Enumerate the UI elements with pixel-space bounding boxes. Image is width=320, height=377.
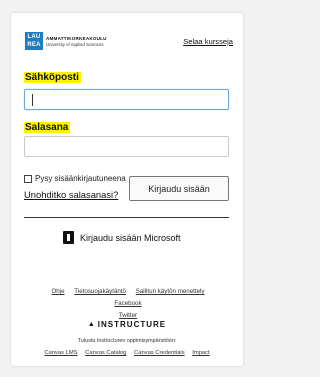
product-link-canvas-credentials[interactable]: Canvas Credentials bbox=[134, 350, 185, 356]
password-field[interactable] bbox=[24, 136, 229, 157]
login-button[interactable]: Kirjaudu sisään bbox=[129, 176, 229, 201]
footer-links: Ohje Tietosuojakäytäntö Sallitun käytön … bbox=[33, 286, 223, 322]
product-link-canvas-lms[interactable]: Canvas LMS bbox=[44, 350, 77, 356]
product-link-impact[interactable]: Impact bbox=[192, 350, 209, 356]
product-link-canvas-catalog[interactable]: Canvas Catalog bbox=[85, 350, 126, 356]
remember-me[interactable]: Pysy sisäänkirjautuneena bbox=[24, 174, 126, 183]
email-field[interactable] bbox=[24, 89, 229, 110]
product-links: Canvas LMS Canvas Catalog Canvas Credent… bbox=[11, 350, 243, 356]
login-card: LAU REA AMMATTIKORKEAKOULU University of … bbox=[11, 13, 243, 366]
forgot-password-link[interactable]: Unohditko salasanasi? bbox=[24, 189, 118, 200]
remember-checkbox[interactable] bbox=[24, 174, 32, 183]
logo-mark: LAU REA bbox=[25, 32, 43, 50]
email-label: Sähköposti bbox=[24, 72, 81, 83]
instructure-logo[interactable]: ▲ INSTRUCTURE bbox=[11, 320, 243, 329]
password-label: Salasana bbox=[24, 122, 71, 133]
logo-subtitle: University of Applied Sciences bbox=[46, 41, 104, 47]
footer-link-help[interactable]: Ohje bbox=[51, 288, 64, 295]
footer-link-twitter[interactable]: Twitter bbox=[119, 312, 137, 319]
instructure-wordmark: INSTRUCTURE bbox=[97, 320, 167, 329]
laurea-logo[interactable]: LAU REA AMMATTIKORKEAKOULU University of … bbox=[25, 32, 107, 50]
browse-courses-link[interactable]: Selaa kursseja bbox=[183, 37, 233, 46]
microsoft-login-label: Kirjaudu sisään Microsoft bbox=[80, 232, 181, 243]
instructure-icon: ▲ bbox=[87, 321, 95, 328]
text-caret bbox=[32, 94, 33, 106]
microsoft-login-button[interactable]: Kirjaudu sisään Microsoft bbox=[63, 231, 181, 244]
footer-tagline: Tutustu Instructuren oppimisympäristöön: bbox=[77, 338, 177, 344]
microsoft-icon bbox=[63, 231, 74, 244]
logo-name: AMMATTIKORKEAKOULU bbox=[46, 35, 107, 41]
footer-link-acceptable-use[interactable]: Sallitun käytön menettely bbox=[136, 288, 205, 295]
footer-link-privacy[interactable]: Tietosuojakäytäntö bbox=[74, 288, 126, 295]
footer-link-facebook[interactable]: Facebook bbox=[114, 300, 141, 307]
divider bbox=[24, 217, 229, 218]
remember-label: Pysy sisäänkirjautuneena bbox=[35, 174, 126, 183]
